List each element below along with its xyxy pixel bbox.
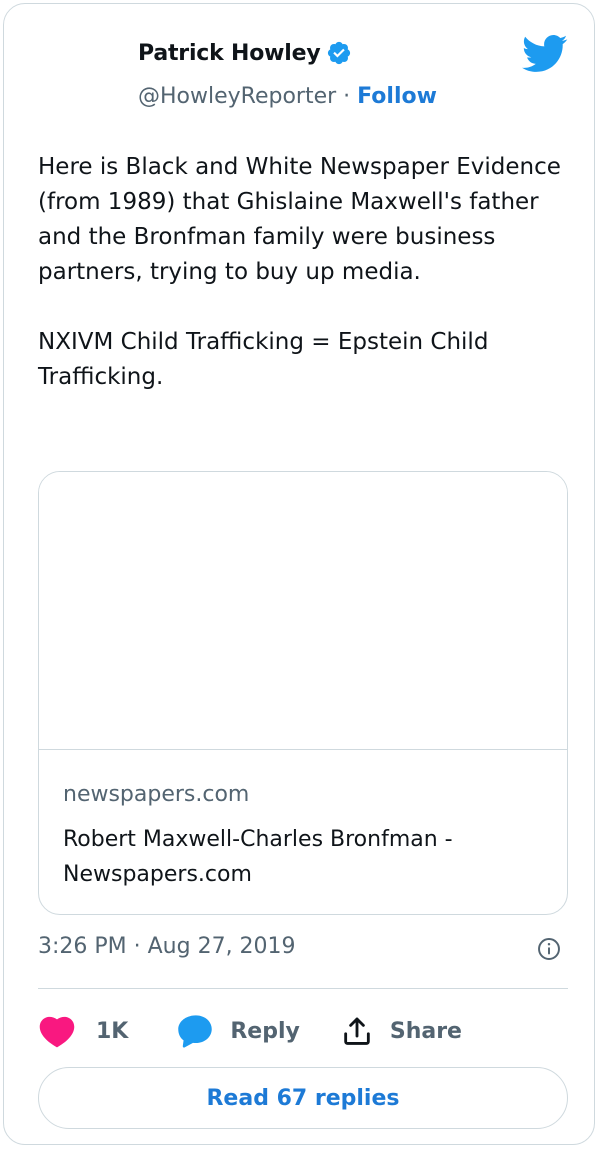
follow-link[interactable]: Follow xyxy=(357,84,437,109)
reply-button[interactable]: Reply xyxy=(176,1013,300,1049)
link-preview-card[interactable]: newspapers.com Robert Maxwell-Charles Br… xyxy=(38,471,568,915)
tweet-actions: 1K Reply Share xyxy=(38,1008,462,1054)
link-preview-image[interactable] xyxy=(39,472,567,750)
speech-bubble-icon xyxy=(176,1013,214,1049)
verified-badge-icon xyxy=(326,40,352,66)
heart-icon xyxy=(38,1014,76,1048)
reply-label: Reply xyxy=(230,1018,300,1044)
like-button[interactable]: 1K xyxy=(38,1014,128,1048)
twitter-bird-icon[interactable] xyxy=(521,34,568,74)
tweet-timestamp[interactable]: 3:26 PM · Aug 27, 2019 xyxy=(38,934,296,959)
author-handle-row: @HowleyReporter · Follow xyxy=(138,84,437,109)
tweet-embed-card: Patrick Howley @HowleyReporter · Follow … xyxy=(3,3,595,1145)
share-label: Share xyxy=(389,1018,462,1044)
divider xyxy=(38,988,568,989)
handle-separator: · xyxy=(336,84,358,109)
read-replies-button[interactable]: Read 67 replies xyxy=(38,1067,568,1129)
author-handle[interactable]: @HowleyReporter xyxy=(138,84,336,109)
share-upload-icon xyxy=(340,1014,374,1048)
tweet-text: Here is Black and White Newspaper Eviden… xyxy=(38,154,561,390)
author-name-row: Patrick Howley xyxy=(138,40,352,66)
tweet-header: Patrick Howley @HowleyReporter · Follow xyxy=(4,4,596,124)
info-icon[interactable] xyxy=(536,936,562,962)
author-name[interactable]: Patrick Howley xyxy=(138,41,321,66)
share-button[interactable]: Share xyxy=(340,1014,462,1048)
link-title: Robert Maxwell-Charles Bronfman - Newspa… xyxy=(63,827,453,887)
like-count: 1K xyxy=(96,1018,129,1044)
link-domain: newspapers.com xyxy=(63,782,250,807)
